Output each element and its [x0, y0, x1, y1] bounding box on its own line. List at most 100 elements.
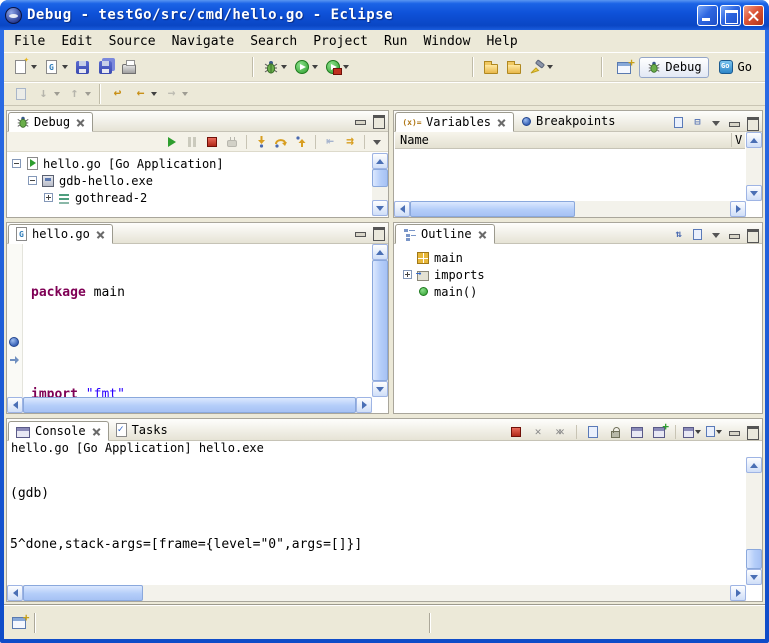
run-launch-button[interactable] [290, 55, 321, 79]
console-page-switch-button[interactable] [705, 423, 723, 440]
minimize-button[interactable] [697, 5, 718, 26]
new-element-button[interactable] [40, 55, 71, 79]
suspend-button[interactable] [183, 133, 201, 150]
tab-debug[interactable]: Debug [8, 112, 93, 132]
debug-tree[interactable]: hello.go [Go Application] gdb-hello.exe … [8, 153, 371, 216]
collapse-all-icon[interactable]: ⊟ [690, 114, 705, 131]
scroll-up-icon[interactable] [746, 132, 762, 148]
terminate-button[interactable] [507, 423, 525, 440]
column-header-name[interactable]: Name [395, 133, 731, 147]
close-icon[interactable] [477, 229, 488, 240]
maximize-view-icon[interactable] [745, 116, 759, 129]
tab-variables[interactable]: Variables [395, 112, 514, 132]
scrollbar-thumb[interactable] [23, 397, 356, 413]
clear-console-button[interactable] [584, 423, 602, 440]
scrollbar-thumb[interactable] [746, 549, 762, 569]
scrollbar-thumb[interactable] [23, 585, 143, 601]
open-perspective-button[interactable] [612, 55, 635, 79]
minimize-view-icon[interactable] [727, 116, 741, 129]
menu-item-source[interactable]: Source [101, 32, 164, 51]
view-menu-icon[interactable] [370, 135, 384, 148]
column-header-value[interactable]: V [731, 133, 745, 147]
forward-button[interactable]: → [160, 84, 191, 104]
variables-vertical-scrollbar[interactable] [746, 132, 762, 201]
resume-button[interactable] [163, 133, 181, 150]
step-into-button[interactable] [252, 133, 270, 150]
step-over-button[interactable] [272, 133, 290, 150]
open-type-button[interactable] [479, 55, 502, 79]
collapse-expander-icon[interactable] [28, 176, 37, 185]
view-menu-icon[interactable] [709, 116, 723, 129]
debug-launch-button[interactable] [259, 55, 290, 79]
disconnect-button[interactable] [223, 133, 241, 150]
save-all-button[interactable] [94, 55, 117, 79]
expand-expander-icon[interactable] [44, 193, 53, 202]
debug-tree-row-thread[interactable]: gothread-2 [8, 189, 371, 206]
scroll-right-icon[interactable] [356, 397, 372, 413]
menu-item-project[interactable]: Project [305, 32, 376, 51]
scroll-right-icon[interactable] [730, 201, 746, 217]
drop-to-frame-button[interactable]: ⇤ [321, 133, 339, 150]
menu-item-window[interactable]: Window [415, 32, 478, 51]
editor-horizontal-scrollbar[interactable] [7, 397, 372, 413]
previous-annotation-button[interactable]: ↑ [63, 84, 94, 104]
open-resource-button[interactable] [502, 55, 525, 79]
scroll-lock-button[interactable] [606, 423, 624, 440]
editor-vertical-scrollbar[interactable] [372, 244, 388, 397]
pin-editor-button[interactable] [9, 84, 32, 104]
step-return-button[interactable] [292, 133, 310, 150]
scrollbar-thumb[interactable] [410, 201, 575, 217]
scrollbar-thumb[interactable] [372, 260, 388, 381]
outline-item-imports[interactable]: imports [403, 266, 761, 283]
debug-tree-row-launch[interactable]: hello.go [Go Application] [8, 155, 371, 172]
minimize-view-icon[interactable] [727, 228, 741, 241]
sort-icon[interactable]: ⇅ [671, 226, 686, 243]
next-annotation-button[interactable]: ↓ [32, 84, 63, 104]
outline-item-package[interactable]: main [403, 249, 761, 266]
close-icon[interactable] [91, 426, 102, 437]
scroll-left-icon[interactable] [7, 397, 23, 413]
scroll-right-icon[interactable] [730, 585, 746, 601]
scroll-up-icon[interactable] [372, 153, 388, 169]
variables-content[interactable] [395, 149, 745, 200]
tab-console[interactable]: Console [8, 421, 109, 441]
close-button[interactable] [743, 5, 764, 26]
console-output[interactable]: (gdb) 5^done,stack-args=[frame={level="0… [7, 457, 746, 585]
maximize-button[interactable] [720, 5, 741, 26]
minimize-view-icon[interactable] [727, 425, 741, 438]
fast-view-icon[interactable] [10, 614, 27, 631]
console-vertical-scrollbar[interactable] [746, 457, 762, 585]
breakpoint-icon[interactable] [9, 337, 19, 347]
tab-outline[interactable]: Outline [395, 224, 495, 244]
menu-item-run[interactable]: Run [376, 32, 415, 51]
scroll-left-icon[interactable] [7, 585, 23, 601]
collapse-expander-icon[interactable] [12, 159, 21, 168]
menu-item-help[interactable]: Help [478, 32, 525, 51]
expand-expander-icon[interactable] [403, 270, 412, 279]
print-button[interactable] [117, 55, 140, 79]
menu-item-navigate[interactable]: Navigate [164, 32, 243, 51]
remove-all-launches-button[interactable]: ✕✕ [551, 423, 569, 440]
scroll-left-icon[interactable] [394, 201, 410, 217]
close-icon[interactable] [95, 229, 106, 240]
scroll-down-icon[interactable] [746, 569, 762, 585]
search-button[interactable] [525, 55, 556, 79]
scroll-down-icon[interactable] [372, 200, 388, 216]
variables-horizontal-scrollbar[interactable] [394, 201, 746, 217]
new-wizard-button[interactable] [9, 55, 40, 79]
maximize-view-icon[interactable] [371, 226, 385, 239]
pin-console-button[interactable] [628, 423, 646, 440]
scroll-up-icon[interactable] [372, 244, 388, 260]
use-step-filters-button[interactable]: ⇉ [341, 133, 359, 150]
console-horizontal-scrollbar[interactable] [7, 585, 746, 601]
open-console-button[interactable] [650, 423, 668, 440]
remove-launch-button[interactable]: ✕ [529, 423, 547, 440]
perspective-go-button[interactable]: Go [713, 58, 758, 77]
save-button[interactable] [71, 55, 94, 79]
maximize-view-icon[interactable] [745, 228, 759, 241]
code-area[interactable]: package main import "fmt" func main() { … [24, 244, 372, 397]
back-button[interactable]: ← [129, 84, 160, 104]
terminate-button[interactable] [203, 133, 221, 150]
display-selected-console-button[interactable] [683, 423, 701, 440]
outline-tree[interactable]: main imports main() [395, 244, 761, 412]
